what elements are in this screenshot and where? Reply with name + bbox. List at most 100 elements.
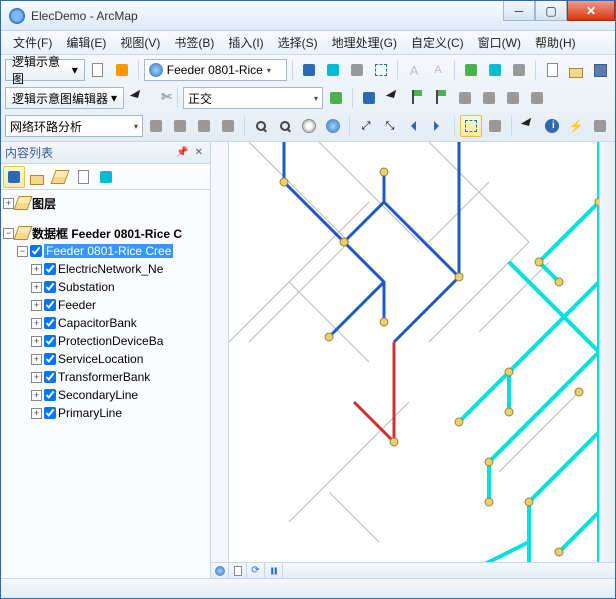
- pin-icon[interactable]: 📌: [173, 147, 191, 158]
- menu-geoprocessing[interactable]: 地理处理(G): [326, 32, 403, 53]
- propagate-icon[interactable]: [298, 59, 320, 81]
- tool-icon[interactable]: [370, 59, 392, 81]
- expand-icon[interactable]: +: [31, 282, 42, 293]
- pointer-icon[interactable]: [517, 115, 539, 137]
- full-extent-icon[interactable]: [322, 115, 344, 137]
- identify-icon[interactable]: [541, 115, 563, 137]
- layer-checkbox[interactable]: [44, 317, 56, 329]
- menu-file[interactable]: 文件(F): [7, 32, 58, 53]
- feeder-combo[interactable]: Feeder 0801-Rice ▾: [144, 59, 287, 81]
- pause-icon[interactable]: [265, 563, 283, 578]
- expand-icon[interactable]: +: [31, 336, 42, 347]
- schematic-dropdown[interactable]: 逻辑示意图 ▾: [5, 59, 85, 81]
- layer-checkbox[interactable]: [30, 245, 42, 257]
- pan-icon[interactable]: [298, 115, 320, 137]
- tree-layer-row[interactable]: +PrimaryLine: [31, 404, 208, 422]
- layout-combo[interactable]: 正交 ▾: [183, 87, 323, 109]
- select-pointer-icon[interactable]: [382, 87, 404, 109]
- list-by-source-icon[interactable]: [26, 166, 48, 188]
- globe-icon: [149, 63, 163, 77]
- save-icon[interactable]: [589, 59, 611, 81]
- tree-layer-row[interactable]: +Feeder: [31, 296, 208, 314]
- layer-checkbox[interactable]: [44, 389, 56, 401]
- vertical-scrollbar[interactable]: [599, 142, 615, 562]
- apply-layout-icon[interactable]: [325, 87, 347, 109]
- layer-checkbox[interactable]: [44, 371, 56, 383]
- close-icon[interactable]: ✕: [192, 147, 206, 158]
- layer-icon[interactable]: [460, 59, 482, 81]
- tree-layer-row[interactable]: +ElectricNetwork_Ne: [31, 260, 208, 278]
- expand-icon[interactable]: +: [31, 264, 42, 275]
- editor-dropdown[interactable]: 逻辑示意图编辑器 ▾: [5, 87, 124, 109]
- net-tool-icon: [193, 115, 215, 137]
- map-canvas[interactable]: [229, 142, 599, 562]
- expand-icon[interactable]: +: [31, 354, 42, 365]
- menu-bookmarks[interactable]: 书签(B): [168, 32, 220, 53]
- menu-edit[interactable]: 编辑(E): [60, 32, 112, 53]
- scroll-track[interactable]: [283, 563, 615, 578]
- prev-extent-icon[interactable]: [403, 115, 425, 137]
- layer-icon[interactable]: [484, 59, 506, 81]
- collapse-icon[interactable]: −: [17, 246, 28, 257]
- layer-icon[interactable]: [508, 59, 530, 81]
- zoom-out-icon[interactable]: [274, 115, 296, 137]
- schematic-new-icon[interactable]: [87, 59, 109, 81]
- collapse-icon[interactable]: −: [3, 228, 14, 239]
- layer-checkbox[interactable]: [44, 353, 56, 365]
- trace-icon[interactable]: [358, 87, 380, 109]
- expand-icon[interactable]: +: [31, 300, 42, 311]
- layer-checkbox[interactable]: [44, 263, 56, 275]
- new-doc-icon[interactable]: [541, 59, 563, 81]
- open-icon[interactable]: [565, 59, 587, 81]
- network-analysis-combo[interactable]: 网络环路分析 ▾: [5, 115, 143, 137]
- layer-checkbox[interactable]: [44, 407, 56, 419]
- expand-icon[interactable]: +: [3, 198, 14, 209]
- minimize-button[interactable]: ─: [503, 1, 535, 21]
- select-elements-icon[interactable]: [460, 115, 482, 137]
- schematic-refresh-icon[interactable]: [111, 59, 133, 81]
- tree-layers-root[interactable]: + 图层: [3, 194, 208, 212]
- menu-view[interactable]: 视图(V): [114, 32, 166, 53]
- menu-customize[interactable]: 自定义(C): [405, 32, 470, 53]
- fixed-zoom-in-icon[interactable]: ⤢: [355, 115, 377, 137]
- tree-layer-row[interactable]: +ServiceLocation: [31, 350, 208, 368]
- flag-icon[interactable]: [430, 87, 452, 109]
- trace-tool-icon: [478, 87, 500, 109]
- layer-checkbox[interactable]: [44, 299, 56, 311]
- tree-layer-row[interactable]: +TransformerBank: [31, 368, 208, 386]
- maximize-button[interactable]: ▢: [535, 1, 567, 21]
- menu-selection[interactable]: 选择(S): [272, 32, 324, 53]
- zoom-in-icon[interactable]: [250, 115, 272, 137]
- expand-icon[interactable]: +: [31, 372, 42, 383]
- expand-icon[interactable]: +: [31, 318, 42, 329]
- fixed-zoom-out-icon[interactable]: ⤡: [379, 115, 401, 137]
- tree-dataframe[interactable]: − 数据框 Feeder 0801-Rice C: [3, 224, 208, 242]
- tree-layer-row[interactable]: +SecondaryLine: [31, 386, 208, 404]
- menu-windows[interactable]: 窗口(W): [472, 32, 527, 53]
- layer-checkbox[interactable]: [44, 281, 56, 293]
- layout-view-tab[interactable]: [229, 563, 247, 578]
- layout-combo-value: 正交: [188, 90, 212, 107]
- tree-layer-row[interactable]: +Substation: [31, 278, 208, 296]
- tool-icon[interactable]: [346, 59, 368, 81]
- options-icon[interactable]: [95, 166, 117, 188]
- expand-icon[interactable]: +: [31, 390, 42, 401]
- list-by-drawing-icon[interactable]: [3, 166, 25, 188]
- flag-icon[interactable]: [406, 87, 428, 109]
- layer-checkbox[interactable]: [44, 335, 56, 347]
- list-by-visibility-icon[interactable]: [49, 166, 71, 188]
- tree-layer-row[interactable]: +ProtectionDeviceBa: [31, 332, 208, 350]
- list-by-selection-icon[interactable]: [72, 166, 94, 188]
- menu-help[interactable]: 帮助(H): [529, 32, 582, 53]
- expand-icon[interactable]: +: [31, 408, 42, 419]
- next-extent-icon[interactable]: [427, 115, 449, 137]
- tool-icon[interactable]: [322, 59, 344, 81]
- menu-insert[interactable]: 插入(I): [222, 32, 269, 53]
- toc-header: 内容列表 📌 ✕: [1, 142, 210, 164]
- refresh-icon[interactable]: ⟳: [247, 563, 265, 578]
- clear-selection-icon[interactable]: [484, 115, 506, 137]
- tree-selected-layer[interactable]: − Feeder 0801-Rice Cree: [17, 242, 208, 260]
- tree-layer-row[interactable]: +CapacitorBank: [31, 314, 208, 332]
- close-button[interactable]: ✕: [567, 1, 615, 21]
- data-view-tab[interactable]: [211, 563, 229, 578]
